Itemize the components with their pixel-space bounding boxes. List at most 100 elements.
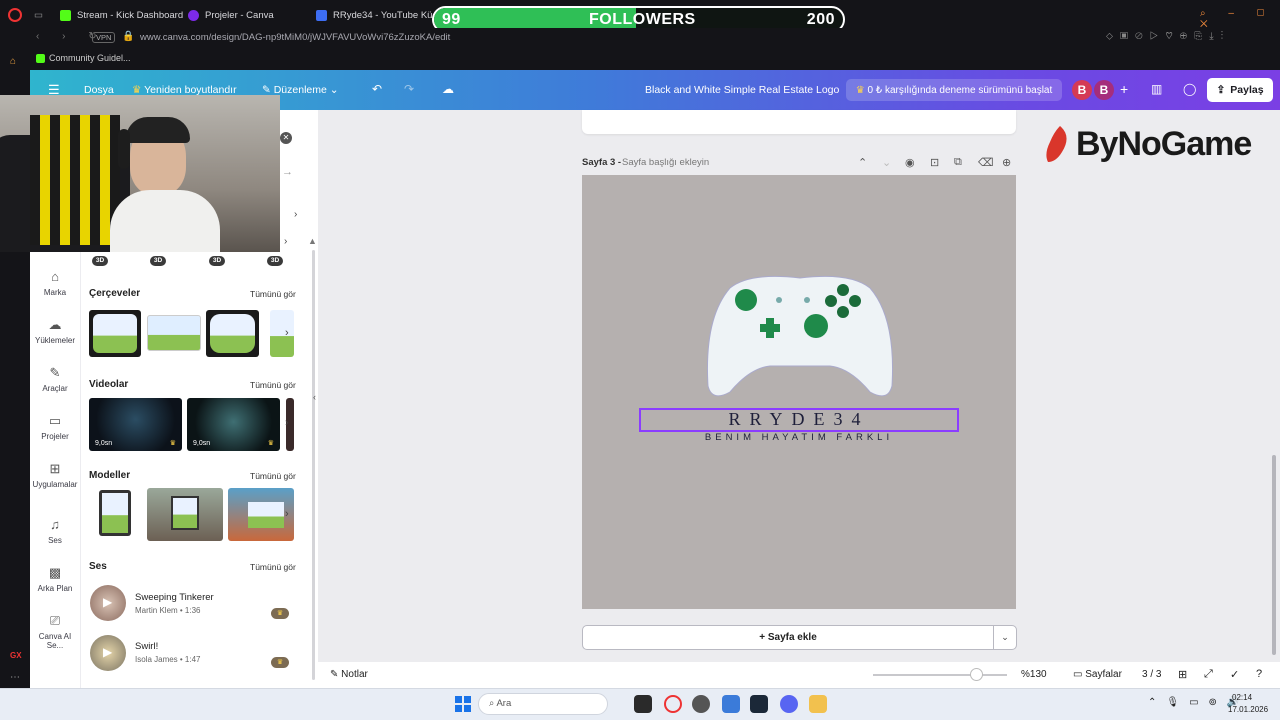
tab-kick-dashboard[interactable]: Stream - Kick Dashboard [60,4,183,26]
start-trial-button[interactable]: ♛ 0 ₺ karşılığında deneme sürümünü başla… [846,79,1062,101]
lock-icon[interactable]: ⊡ [930,156,939,169]
scroll-up-icon[interactable]: ▲ [308,236,317,246]
notes-button[interactable]: ✎ Notlar [330,669,368,680]
arrow-right-icon[interactable]: → [282,166,293,178]
rail-item-brand[interactable]: ⌂ Marka [30,270,80,298]
pages-button[interactable]: ▭ Sayfalar [1073,669,1122,680]
frame-thumbnail[interactable] [147,315,201,351]
badge-3d: 3D [267,256,283,266]
audio-title[interactable]: Swirl! [135,641,158,652]
add-page-button[interactable]: + Sayfa ekle [582,625,994,650]
rail-item-uploads[interactable]: ☁ Yüklemeler [30,318,80,346]
rail-item-audio[interactable]: ♫ Ses [30,517,80,546]
rail-item-projects[interactable]: ▭ Projeler [30,414,80,442]
followers-goal: 200 [806,11,835,28]
panel-scrollbar[interactable] [312,250,315,680]
url-field[interactable]: www.canva.com/design/DAG-np9tMiM0/jWJVFA… [140,32,450,43]
opera-gx-icon[interactable] [664,695,682,713]
grid-view-icon[interactable]: ⊞ [1178,668,1187,681]
zoom-level[interactable]: %130 [1021,669,1047,680]
gx-icon[interactable]: GX [10,651,22,660]
see-all-frames[interactable]: Tümünü gör [250,289,296,299]
page-up-icon[interactable]: ⌃ [858,156,867,169]
section-title-models: Modeller [89,470,131,481]
webcam-overlay [0,95,280,252]
video-thumbnail[interactable]: 9,0sn ♛ [89,398,182,451]
opera-menu-icon[interactable] [8,4,22,26]
rail-item-canva-ai[interactable]: ⎚ Canva AI Se... [30,614,80,651]
chevron-right-icon[interactable]: › [285,417,289,429]
file-explorer-icon[interactable] [809,695,827,713]
add-page-icon[interactable]: ⊕ [1002,156,1011,169]
page-title-input[interactable]: Sayfa başlığı ekleyin [622,157,709,168]
cloud-save-icon[interactable]: ☁ [442,82,454,96]
redo-icon[interactable]: ↷ [404,82,414,96]
window-controls[interactable]: ⌕ – ▢ ✕ [1200,8,1280,30]
gamepad-graphic[interactable] [700,268,900,408]
rail-item-apps[interactable]: ⊞ Uygulamalar [30,462,80,490]
more-icon[interactable]: ⋯ [10,672,20,683]
discord-icon[interactable] [780,695,798,713]
frame-thumbnail[interactable] [206,310,259,357]
app-icon[interactable] [722,695,740,713]
design-title[interactable]: Black and White Simple Real Estate Logo [645,84,839,96]
help-icon[interactable]: ? [1256,668,1262,680]
eye-icon[interactable]: ◉ [905,156,915,169]
chevron-down-icon[interactable]: ⌄ [993,625,1017,650]
settings-icon[interactable] [692,695,710,713]
video-thumbnail[interactable]: 9,0sn ♛ [187,398,280,451]
premium-crown-icon: ♛ [271,608,289,619]
music-note-icon: ♫ [50,517,60,532]
tab-strip-icon[interactable]: ▭ [34,4,43,26]
model-thumbnail[interactable] [89,488,141,541]
section-title-videos: Videolar [89,379,129,390]
trash-icon[interactable]: ⌫ [978,156,994,169]
taskbar-search[interactable]: ⌕ Ara [478,693,608,715]
chevron-right-icon[interactable]: › [285,508,289,520]
undo-icon[interactable]: ↶ [372,82,382,96]
see-all-videos[interactable]: Tümünü gör [250,380,296,390]
duplicate-icon[interactable]: ⧉ [954,156,962,169]
see-all-audio[interactable]: Tümünü gör [250,562,296,572]
pages-icon: ▭ [1073,669,1086,680]
zoom-slider-thumb[interactable] [969,668,983,681]
audio-title[interactable]: Sweeping Tinkerer [135,592,214,603]
chevron-right-icon[interactable]: › [284,236,287,247]
crown-icon: ♛ [169,440,176,447]
chevron-right-icon[interactable]: › [285,327,289,339]
rail-item-tools[interactable]: ✎ Araçlar [30,366,80,394]
tab-youtube[interactable]: RRyde34 - YouTube Küçü [316,4,443,26]
check-icon[interactable]: ✓ [1230,668,1239,681]
zoom-slider-track[interactable] [873,674,1007,676]
see-all-models[interactable]: Tümünü gör [250,471,296,481]
tab-canva-projects[interactable]: Projeler - Canva [188,4,274,26]
close-icon[interactable]: ✕ [280,132,292,144]
collapse-panel-icon[interactable]: ‹ [313,392,323,408]
frame-thumbnail[interactable] [89,310,141,357]
steam-icon[interactable] [750,695,768,713]
vpn-badge[interactable]: VPN [92,32,116,43]
share-button[interactable]: ⇪ Paylaş [1207,78,1273,102]
fullscreen-icon[interactable]: ⤢ [1204,668,1213,681]
model-thumbnail[interactable] [147,488,223,541]
audio-cover[interactable]: ▶ [90,585,126,621]
avatar[interactable]: B [1072,80,1092,100]
avatar[interactable]: B [1094,80,1114,100]
rail-item-background[interactable]: ▩ Arka Plan [30,566,80,594]
bynogame-logo: ByNoGame [1042,122,1252,166]
frame-thumbnail[interactable] [270,310,294,357]
add-collaborator-icon[interactable]: + [1120,81,1128,97]
brand-slogan-text[interactable]: BENIM HAYATIM FARKLI [639,432,959,443]
chevron-right-icon[interactable]: › [294,209,297,220]
browser-toolbar-icons[interactable]: ⬦▣⊘▷♡⊕⎘⤓⋮ [1106,31,1230,42]
briefcase-icon[interactable]: ⌂ [10,56,16,67]
capcut-icon[interactable] [634,695,652,713]
editor-scrollbar[interactable] [1272,455,1276,655]
insights-chart-icon[interactable]: ▥ [1151,82,1162,96]
bookmark-community[interactable]: Community Guidel... [49,53,131,63]
brand-name-text[interactable]: RRYDE34 [639,409,959,430]
audio-cover[interactable]: ▶ [90,635,126,671]
windows-start-icon[interactable] [455,696,471,712]
page-down-icon[interactable]: ⌄ [882,156,891,169]
comment-icon[interactable]: ◯ [1183,82,1196,96]
